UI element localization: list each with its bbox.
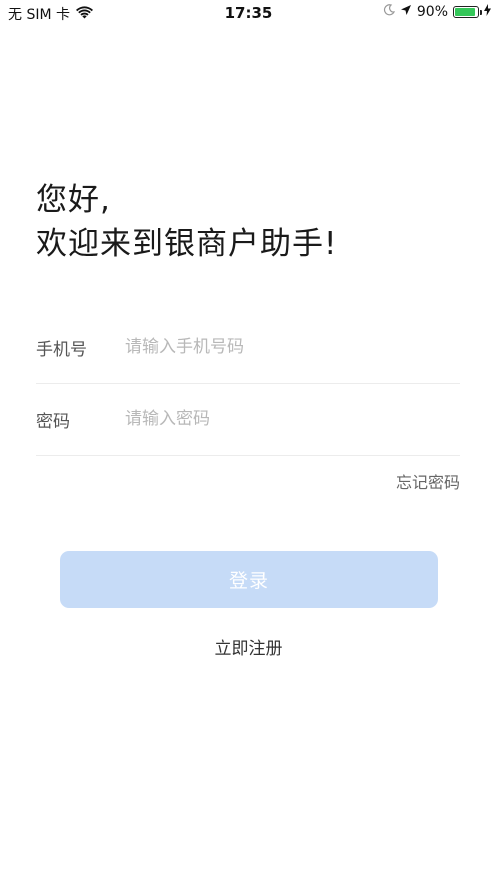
phone-label: 手机号	[36, 339, 87, 360]
battery-level-fill	[455, 8, 475, 16]
charging-bolt-icon	[484, 4, 491, 20]
carrier-text: 无 SIM 卡	[8, 7, 70, 23]
register-link[interactable]: 立即注册	[0, 634, 497, 659]
phone-input[interactable]	[125, 337, 460, 357]
status-left: 无 SIM 卡	[8, 4, 93, 24]
battery-icon	[453, 6, 482, 18]
greeting-heading: 您好, 欢迎来到银商户助手!	[36, 178, 337, 266]
wifi-icon	[76, 5, 93, 23]
location-arrow-icon	[400, 4, 412, 20]
login-button[interactable]: 登录	[60, 551, 438, 608]
moon-icon	[383, 4, 395, 20]
status-bar: 无 SIM 卡 17:35 90%	[0, 0, 497, 26]
battery-percent: 90%	[416, 4, 448, 20]
greeting-line-1: 您好,	[36, 182, 111, 218]
greeting-line-2: 欢迎来到银商户助手!	[36, 226, 338, 262]
phone-row: 手机号	[36, 311, 460, 384]
forgot-password-link[interactable]: 忘记密码	[396, 469, 460, 493]
password-input[interactable]	[125, 409, 460, 429]
status-right: 90%	[383, 4, 491, 20]
password-row: 密码	[36, 383, 460, 456]
password-label: 密码	[36, 411, 70, 432]
